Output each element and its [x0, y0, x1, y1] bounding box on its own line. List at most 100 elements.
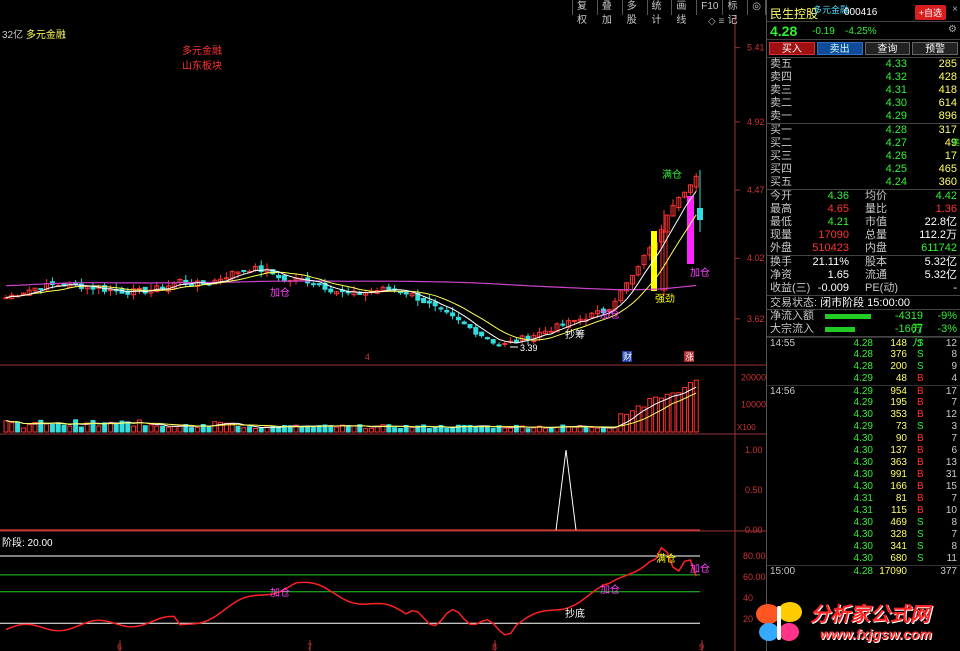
candle-body — [241, 269, 247, 272]
tick-price: 4.29 — [853, 421, 873, 432]
candle-body — [479, 331, 485, 337]
tick-row[interactable]: 4.30 166 B 15 — [767, 481, 960, 493]
volume-bar — [38, 419, 44, 433]
order-book-volume: 896 — [938, 110, 957, 122]
add-watchlist-button[interactable]: +自选 — [914, 5, 946, 20]
volume-bar — [171, 426, 177, 433]
volume-bar — [600, 427, 606, 433]
settings-icon[interactable]: ⚙ — [948, 24, 957, 35]
tick-price: 4.30 — [853, 445, 873, 456]
tick-row[interactable]: 14:56 4.29 954 B 17 — [767, 385, 960, 397]
volume-bar — [426, 427, 432, 433]
ma-mid-line — [5, 214, 697, 341]
volume-bar — [444, 427, 450, 433]
kline-chart-area[interactable]: 5.41 4.92 4.47 4.02 3.62 满仓 加仓 加仓 加仓 强劲 抄筹 3.39 4 财涨 2… — [0, 0, 767, 651]
window-controls[interactable]: ◇ ≡ — [704, 16, 724, 27]
toolbar-mark-button[interactable]: 标记 — [722, 0, 748, 26]
tick-row[interactable]: 4.28 376 S 8 — [767, 349, 960, 361]
order-book-row: 卖三 4.31 418 — [767, 84, 960, 97]
bottom-axis-label: 80.00 — [743, 551, 766, 561]
volume-bar — [334, 426, 340, 433]
tick-side: B — [917, 505, 924, 516]
butterfly-logo-icon — [756, 602, 802, 641]
tick-side: B — [917, 493, 924, 504]
close-icon[interactable]: × — [952, 4, 958, 15]
query-button[interactable]: 查询 — [864, 42, 911, 55]
stat-row: 换手 21.11% 股本 5.32亿 — [767, 256, 960, 269]
tick-row[interactable]: 4.30 469 S 8 — [767, 517, 960, 529]
tick-row[interactable]: 4.29 195 B 7 — [767, 397, 960, 409]
watermark-title: 分析家公式网 — [810, 602, 930, 626]
tick-count: 6 — [951, 445, 957, 456]
candle-body — [461, 321, 467, 325]
tick-volume: 376 — [890, 349, 907, 360]
indicator-axis-label: 0.50 — [745, 485, 763, 495]
buy-button[interactable]: 买入 — [769, 42, 815, 55]
volume-bar — [635, 405, 641, 433]
order-book-volume: 285 — [938, 58, 957, 70]
tick-row[interactable]: 4.30 363 B 13 — [767, 457, 960, 469]
tick-row[interactable]: 4.30 328 S 7 — [767, 529, 960, 541]
tick-row[interactable]: 4.30 991 B 31 — [767, 469, 960, 481]
stat-value: 17090 — [818, 229, 849, 241]
trade-state: 交易状态: 闭市阶段 15:00:00 — [767, 296, 960, 310]
toolbar-multi-stock-button[interactable]: 多股 — [621, 0, 647, 26]
tick-row[interactable]: 4.29 73 S 3 — [767, 421, 960, 433]
tick-row[interactable]: 4.28 200 S 9 — [767, 361, 960, 373]
tick-volume: 166 — [890, 481, 907, 492]
toolbar-settings-button[interactable]: ◎ — [747, 0, 767, 15]
sell-button[interactable]: 卖出 — [816, 42, 863, 55]
volume-bar — [531, 427, 537, 433]
candle-body — [316, 283, 322, 286]
tick-volume: 341 — [890, 541, 907, 552]
window-controls-icon[interactable]: ◇ ≡ — [708, 16, 724, 27]
candle-body — [136, 287, 142, 290]
order-book-row: 卖四 4.32 428 — [767, 71, 960, 84]
volume-bar — [160, 425, 166, 433]
chart-title-name: 多元金融 — [25, 30, 66, 41]
toolbar-overlay-button[interactable]: 叠加 — [596, 0, 622, 26]
tick-row[interactable]: 4.30 341 S 8 — [767, 541, 960, 553]
tick-row[interactable]: 4.30 137 B 6 — [767, 445, 960, 457]
volume-bar — [542, 427, 548, 433]
tick-row[interactable]: 4.31 115 B 10 — [767, 505, 960, 517]
order-book-price: 4.31 — [885, 84, 907, 96]
alert-button[interactable]: 预警 — [912, 42, 958, 55]
order-book-level: 买二 — [770, 137, 792, 149]
volume-bar — [148, 424, 154, 433]
tick-row[interactable]: 4.30 680 S 11 — [767, 553, 960, 565]
volume-bar — [15, 421, 21, 433]
order-book-level: 卖五 — [770, 58, 792, 70]
tick-list[interactable]: 14:55 4.28 148 S 12 4.28 376 S 8 4.28 200 S 9 4.29 48 B… — [767, 337, 960, 577]
tick-row[interactable]: 4.30 353 B 12 — [767, 409, 960, 421]
flow-label: 净流入额 — [770, 310, 814, 322]
flow-bar — [825, 314, 871, 319]
toolbar-fuquan-button[interactable]: 复权 — [572, 0, 597, 26]
stat-label: 股本 — [865, 256, 887, 268]
tick-price: 4.30 — [853, 517, 873, 528]
order-book-row: 卖一 4.29 896 — [767, 110, 960, 123]
stat-value: - — [953, 282, 957, 294]
candle-body — [107, 289, 113, 292]
order-book-level: 卖二 — [770, 97, 792, 109]
bot-annotation-jiacang2: 加仓 — [270, 586, 290, 599]
stat-label: 今开 — [770, 190, 792, 202]
tick-price: 4.30 — [853, 469, 873, 480]
tick-row[interactable]: 4.30 90 B 7 — [767, 433, 960, 445]
tick-row[interactable]: 15:00 4.28 17090 377 — [767, 565, 960, 577]
tick-row[interactable]: 4.31 81 B 7 — [767, 493, 960, 505]
stat-value: 4.21 — [827, 216, 849, 228]
tick-count: 7 — [951, 493, 957, 504]
toolbar-draw-button[interactable]: 画线 — [671, 0, 697, 26]
tick-row[interactable]: 4.29 48 B 4 — [767, 373, 960, 385]
volume-bar — [618, 413, 624, 433]
annotation-buy-mark2: 加仓 — [600, 308, 620, 321]
flow-row: 净流入额 -4319万 -9% — [767, 310, 960, 335]
toolbar-f10-button[interactable]: F10 — [696, 0, 723, 15]
tick-row[interactable]: 14:55 4.28 148 S 12 — [767, 337, 960, 349]
toolbar-stats-button[interactable]: 统计 — [646, 0, 672, 26]
last-price: 4.28 — [770, 23, 798, 39]
stat-label: 市值 — [865, 216, 887, 228]
tick-side: S — [917, 529, 924, 540]
kline-chart[interactable]: 5.414.924.474.023.62满仓加仓加仓加仓强劲抄筹3.394 财涨2… — [0, 0, 766, 651]
